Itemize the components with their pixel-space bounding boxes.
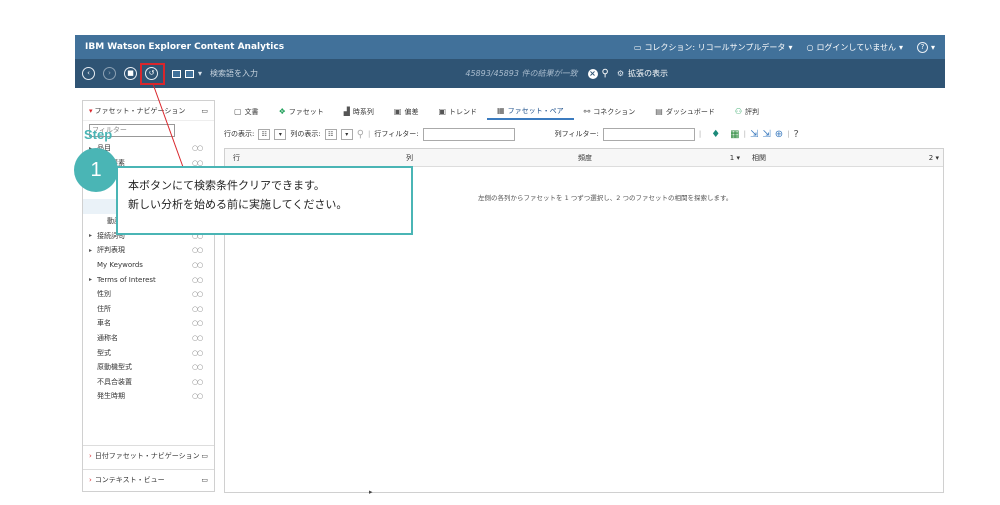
callout-pointer (152, 83, 184, 168)
callout-line-2: 新しい分析を始める前に実施してください。 (128, 198, 348, 211)
cursor-icon: ▸ (369, 488, 373, 496)
callout-line-1: 本ボタンにて検索条件クリアできます。 (128, 179, 325, 192)
step-number-badge: 1 (74, 148, 118, 192)
pointer-line (152, 83, 184, 168)
tutorial-callout: 本ボタンにて検索条件クリアできます。 新しい分析を始める前に実施してください。 (116, 166, 413, 235)
